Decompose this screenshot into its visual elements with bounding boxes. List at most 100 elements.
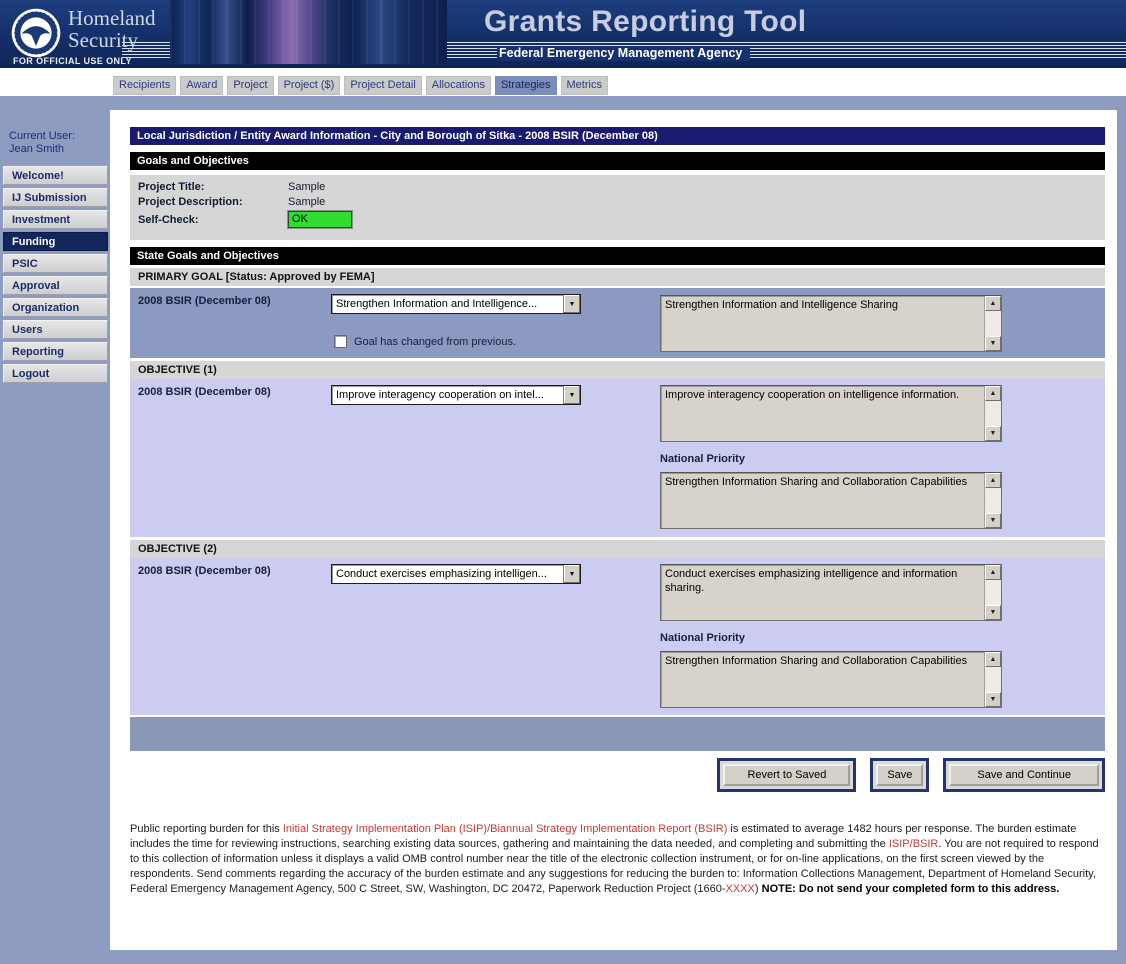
save-and-continue-button[interactable]: Save and Continue — [949, 764, 1099, 786]
scroll-up-icon[interactable]: ▲ — [985, 296, 1001, 311]
save-button-frame: Save — [870, 758, 929, 792]
sidebar-item-ij-submission[interactable]: IJ Submission — [3, 188, 108, 207]
tab-project-dollars[interactable]: Project ($) — [278, 76, 341, 95]
scrollbar-track[interactable] — [985, 488, 1001, 513]
app-title: Grants Reporting Tool — [484, 5, 806, 39]
isip-bsir-short-link[interactable]: ISIP/BSIR — [889, 838, 939, 850]
footer-text: Public reporting burden for this — [130, 823, 283, 835]
objective-1-period-label: 2008 BSIR (December 08) — [138, 386, 271, 398]
scroll-down-icon[interactable]: ▼ — [985, 336, 1001, 351]
isip-bsir-link[interactable]: Initial Strategy Implementation Plan (IS… — [283, 823, 728, 835]
tab-allocations[interactable]: Allocations — [426, 76, 491, 95]
tab-award[interactable]: Award — [180, 76, 223, 95]
objective-2-dropdown[interactable]: Conduct exercises emphasizing intelligen… — [331, 564, 581, 584]
scroll-down-icon[interactable]: ▼ — [985, 426, 1001, 441]
scrollbar-track[interactable] — [985, 311, 1001, 336]
primary-goal-header: PRIMARY GOAL [Status: Approved by FEMA] — [130, 268, 1105, 286]
sidebar-item-users[interactable]: Users — [3, 320, 108, 339]
sidebar-item-reporting[interactable]: Reporting — [3, 342, 108, 361]
objective-1-national-priority-textarea[interactable]: Strengthen Information Sharing and Colla… — [660, 472, 1002, 529]
scrollbar[interactable]: ▲ ▼ — [984, 386, 1001, 441]
sidebar-item-psic[interactable]: PSIC — [3, 254, 108, 273]
save-continue-button-frame: Save and Continue — [943, 758, 1105, 792]
sidebar-item-organization[interactable]: Organization — [3, 298, 108, 317]
objective-1-dropdown[interactable]: Improve interagency cooperation on intel… — [331, 385, 581, 405]
brand-line2: Security — [68, 29, 155, 51]
goal-changed-checkbox[interactable] — [334, 335, 347, 348]
scrollbar[interactable]: ▲ ▼ — [984, 296, 1001, 351]
project-info-box: Project Title: Sample Project Descriptio… — [130, 175, 1105, 240]
scrollbar[interactable]: ▲ ▼ — [984, 473, 1001, 528]
self-check-label: Self-Check: — [138, 214, 288, 226]
chevron-down-icon[interactable]: ▼ — [563, 565, 580, 583]
tab-strategies[interactable]: Strategies — [495, 76, 557, 95]
omb-number-link[interactable]: XXXX — [726, 883, 755, 895]
scroll-up-icon[interactable]: ▲ — [985, 386, 1001, 401]
scrollbar[interactable]: ▲ ▼ — [984, 565, 1001, 620]
footer-note: NOTE: Do not send your completed form to… — [762, 883, 1060, 895]
chevron-down-icon[interactable]: ▼ — [563, 386, 580, 404]
brand-line1: Homeland — [68, 7, 155, 29]
tab-recipients[interactable]: Recipients — [113, 76, 176, 95]
dhs-seal-icon — [10, 7, 62, 59]
scrollbar-track[interactable] — [985, 580, 1001, 605]
footer-text: ) — [755, 883, 762, 895]
self-check-status-field: OK — [288, 211, 352, 228]
sidebar-item-approval[interactable]: Approval — [3, 276, 108, 295]
primary-goal-dropdown-value: Strengthen Information and Intelligence.… — [332, 295, 563, 313]
objective-1-header: OBJECTIVE (1) — [130, 361, 1105, 379]
header-photo-collage — [170, 0, 447, 64]
revert-button-frame: Revert to Saved — [717, 758, 856, 792]
current-user: Current User: Jean Smith — [9, 130, 110, 156]
sidebar-item-logout[interactable]: Logout — [3, 364, 108, 383]
app-header: Homeland Security FOR OFFICIAL USE ONLY … — [0, 0, 1126, 68]
state-goals-section-header: State Goals and Objectives — [130, 247, 1105, 265]
primary-goal-period-label: 2008 BSIR (December 08) — [138, 295, 271, 307]
current-user-name: Jean Smith — [9, 143, 110, 156]
official-use-label: FOR OFFICIAL USE ONLY — [13, 56, 132, 66]
brand-wordmark: Homeland Security — [68, 7, 155, 51]
objective-1-national-priority-label: National Priority — [660, 453, 745, 465]
primary-goal-row: 2008 BSIR (December 08) Strengthen Infor… — [130, 288, 1105, 358]
save-button[interactable]: Save — [876, 764, 923, 786]
scroll-up-icon[interactable]: ▲ — [985, 565, 1001, 580]
scrollbar-track[interactable] — [985, 401, 1001, 426]
paperwork-burden-notice: Public reporting burden for this Initial… — [130, 822, 1105, 897]
current-user-label: Current User: — [9, 130, 110, 143]
scrollbar[interactable]: ▲ ▼ — [984, 652, 1001, 707]
objective-2-header: OBJECTIVE (2) — [130, 540, 1105, 558]
objective-2-dropdown-value: Conduct exercises emphasizing intelligen… — [332, 565, 563, 583]
sidebar-item-funding[interactable]: Funding — [3, 232, 108, 251]
goals-section-header: Goals and Objectives — [130, 152, 1105, 170]
chevron-down-icon[interactable]: ▼ — [563, 295, 580, 313]
primary-goal-dropdown[interactable]: Strengthen Information and Intelligence.… — [331, 294, 581, 314]
goal-changed-checkbox-label: Goal has changed from previous. — [354, 336, 516, 348]
project-title-label: Project Title: — [138, 181, 288, 193]
scroll-down-icon[interactable]: ▼ — [985, 513, 1001, 528]
page-title: Local Jurisdiction / Entity Award Inform… — [130, 127, 1105, 145]
tab-project-detail[interactable]: Project Detail — [344, 76, 421, 95]
project-title-value: Sample — [288, 181, 325, 193]
scroll-down-icon[interactable]: ▼ — [985, 605, 1001, 620]
scroll-up-icon[interactable]: ▲ — [985, 652, 1001, 667]
scroll-down-icon[interactable]: ▼ — [985, 692, 1001, 707]
scroll-up-icon[interactable]: ▲ — [985, 473, 1001, 488]
objective-1-textarea[interactable]: Improve interagency cooperation on intel… — [660, 385, 1002, 442]
objective-1-row: 2008 BSIR (December 08) Improve interage… — [130, 379, 1105, 537]
objective-2-national-priority-textarea[interactable]: Strengthen Information Sharing and Colla… — [660, 651, 1002, 708]
app-subtitle: Federal Emergency Management Agency — [497, 46, 750, 61]
objective-2-period-label: 2008 BSIR (December 08) — [138, 565, 271, 577]
tab-bar: Recipients Award Project Project ($) Pro… — [0, 68, 1126, 96]
primary-goal-textarea[interactable]: Strengthen Information and Intelligence … — [660, 295, 1002, 352]
tab-metrics[interactable]: Metrics — [561, 76, 608, 95]
revert-to-saved-button[interactable]: Revert to Saved — [723, 764, 850, 786]
sidebar-item-investment[interactable]: Investment — [3, 210, 108, 229]
sidebar-item-welcome[interactable]: Welcome! — [3, 166, 108, 185]
form-footer-strip — [130, 717, 1105, 751]
sidebar: Current User: Jean Smith Welcome! IJ Sub… — [0, 96, 110, 386]
objective-2-textarea[interactable]: Conduct exercises emphasizing intelligen… — [660, 564, 1002, 621]
objective-1-dropdown-value: Improve interagency cooperation on intel… — [332, 386, 563, 404]
objective-2-national-priority-label: National Priority — [660, 632, 745, 644]
tab-project[interactable]: Project — [227, 76, 273, 95]
scrollbar-track[interactable] — [985, 667, 1001, 692]
